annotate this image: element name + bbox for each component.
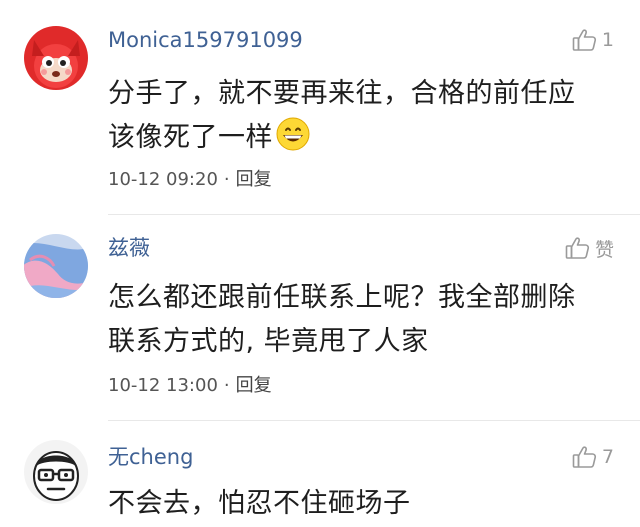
- username[interactable]: 无cheng: [108, 443, 193, 471]
- comment-text-line: 联系方式的, 毕竟甩了人家: [108, 326, 429, 357]
- grinning-face-emoji-icon: [275, 116, 311, 152]
- like-count: 1: [601, 29, 614, 51]
- comment-time: 10-12 13:00: [108, 375, 218, 396]
- like-label: 赞: [594, 238, 614, 261]
- like-count: 7: [601, 446, 614, 468]
- comment-meta: 10-12 13:00 · 回复: [108, 374, 272, 398]
- thumbs-up-icon: [572, 28, 598, 52]
- avatar[interactable]: [24, 234, 88, 298]
- comment-text: 不会去，怕忍不住砸场子: [108, 482, 618, 526]
- divider: [108, 420, 640, 421]
- reply-link[interactable]: 回复: [236, 169, 272, 190]
- username[interactable]: Monica159791099: [108, 26, 303, 54]
- avatar[interactable]: [24, 26, 88, 90]
- reply-link[interactable]: 回复: [236, 375, 272, 396]
- comment-text-line: 分手了，就不要再来往，合格的前任应: [108, 78, 576, 109]
- comment-item: Monica159791099 1 分手了，就不要再来往，合格的前任应 该像死了…: [0, 0, 640, 215]
- meta-separator: ·: [223, 375, 230, 396]
- avatar[interactable]: [24, 440, 88, 504]
- comment-time: 10-12 09:20: [108, 169, 218, 190]
- comment-text: 分手了，就不要再来往，合格的前任应 该像死了一样: [108, 72, 618, 160]
- thumbs-up-icon: [572, 445, 598, 469]
- thumbs-up-icon: [565, 236, 591, 260]
- like-button[interactable]: 7: [572, 443, 614, 471]
- meta-separator: ·: [223, 169, 230, 190]
- comment-text-line: 不会去，怕忍不住砸场子: [108, 488, 411, 519]
- comment-text-line: 怎么都还跟前任联系上呢？我全部删除: [108, 282, 576, 313]
- comment-text: 怎么都还跟前任联系上呢？我全部删除 联系方式的, 毕竟甩了人家: [108, 276, 618, 364]
- comment-text-line: 该像死了一样: [108, 116, 618, 160]
- username[interactable]: 兹薇: [108, 234, 150, 262]
- like-button[interactable]: 赞: [565, 234, 614, 262]
- like-button[interactable]: 1: [572, 26, 614, 54]
- comment-meta: 10-12 09:20 · 回复: [108, 168, 272, 192]
- divider: [108, 214, 640, 215]
